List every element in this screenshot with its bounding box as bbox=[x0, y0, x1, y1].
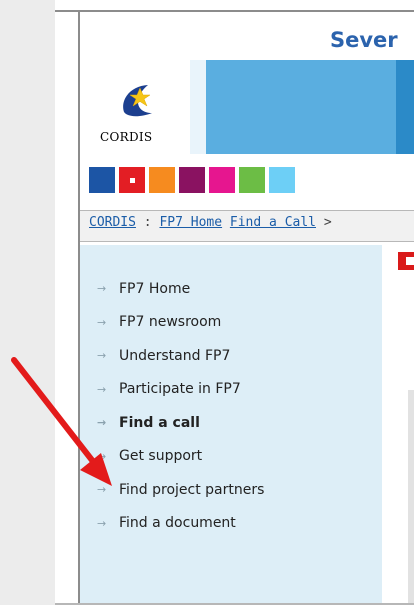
sidebar-item-get-support[interactable]: → Get support bbox=[97, 440, 264, 474]
breadcrumb: CORDIS : FP7 Home Find a Call > bbox=[89, 215, 332, 230]
sidebar-item-label: Understand FP7 bbox=[119, 347, 231, 364]
sidebar-item-label: Participate in FP7 bbox=[119, 381, 241, 398]
color-swatch-pink[interactable] bbox=[209, 167, 235, 193]
sidebar-item-understand-fp7[interactable]: → Understand FP7 bbox=[97, 339, 264, 373]
content-divider bbox=[408, 390, 414, 603]
banner-divider bbox=[190, 60, 206, 154]
color-swatch-green[interactable] bbox=[239, 167, 265, 193]
color-swatch-blue[interactable] bbox=[89, 167, 115, 193]
color-swatch-red[interactable] bbox=[119, 167, 145, 193]
arrow-right-icon: → bbox=[97, 349, 107, 363]
arrow-right-icon: → bbox=[97, 483, 107, 497]
sidebar-item-find-a-document[interactable]: → Find a document bbox=[97, 507, 264, 541]
color-swatch-lightblue[interactable] bbox=[269, 167, 295, 193]
breadcrumb-link-cordis[interactable]: CORDIS bbox=[89, 215, 136, 230]
breadcrumb-separator: : bbox=[135, 215, 160, 230]
cordis-logo-icon bbox=[123, 85, 152, 117]
sidebar-item-fp7-newsroom[interactable]: → FP7 newsroom bbox=[97, 306, 264, 340]
color-swatch-orange[interactable] bbox=[149, 167, 175, 193]
swatch-dot bbox=[130, 178, 135, 183]
sidebar-item-fp7-home[interactable]: → FP7 Home bbox=[97, 272, 264, 306]
sidebar-item-label: Get support bbox=[119, 448, 203, 465]
arrow-right-icon: → bbox=[97, 282, 107, 296]
red-tab-marker-inner bbox=[406, 257, 414, 265]
sidebar-item-label: Find project partners bbox=[119, 481, 265, 498]
site-title: Sever bbox=[330, 28, 398, 52]
breadcrumb-more: > bbox=[316, 215, 332, 230]
sidebar-item-find-project-partners[interactable]: → Find project partners bbox=[97, 473, 264, 507]
sidebar-item-find-a-call[interactable]: → Find a call bbox=[97, 406, 264, 440]
sidebar-nav: → FP7 Home → FP7 newsroom → Understand FP7 … bbox=[97, 272, 264, 540]
arrow-right-icon: → bbox=[97, 382, 107, 396]
breadcrumb-link-find-a-call[interactable]: Find a Call bbox=[230, 215, 316, 230]
color-swatch-purple[interactable] bbox=[179, 167, 205, 193]
sidebar-item-label: Find a call bbox=[119, 414, 200, 431]
sidebar-item-label: FP7 Home bbox=[119, 280, 191, 297]
logo-text: CORDIS bbox=[100, 130, 153, 144]
arrow-right-icon: → bbox=[97, 449, 107, 463]
sidebar-item-label: Find a document bbox=[119, 515, 236, 532]
banner-accent bbox=[396, 60, 414, 154]
arrow-right-icon: → bbox=[97, 315, 107, 329]
top-border bbox=[55, 10, 414, 12]
sidebar-item-label: FP7 newsroom bbox=[119, 314, 222, 331]
arrow-right-icon: → bbox=[97, 416, 107, 430]
sidebar-item-participate-in-fp7[interactable]: → Participate in FP7 bbox=[97, 373, 264, 407]
breadcrumb-link-fp7-home[interactable]: FP7 Home bbox=[159, 215, 222, 230]
left-margin bbox=[0, 0, 55, 605]
arrow-right-icon: → bbox=[97, 516, 107, 530]
